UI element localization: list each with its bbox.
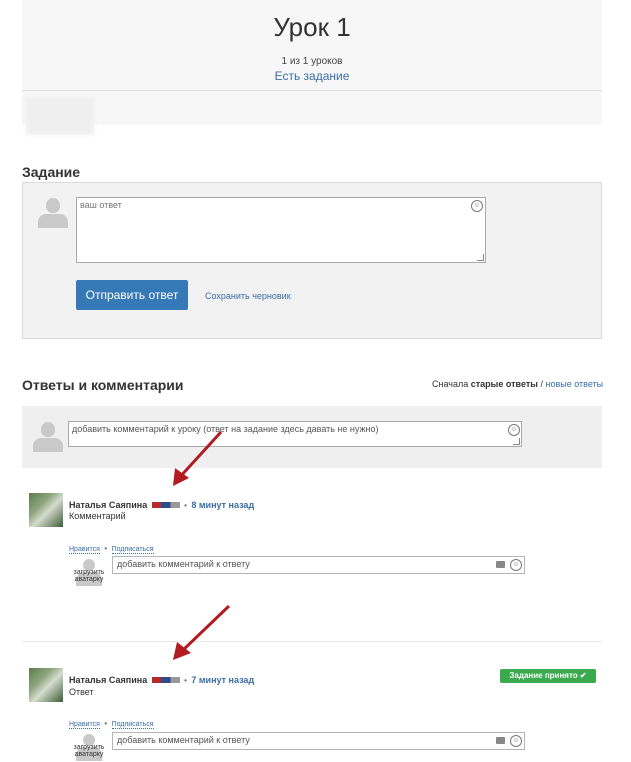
meta-separator: • bbox=[184, 676, 187, 685]
subscribe-link[interactable]: Подписаться bbox=[111, 721, 154, 729]
lesson-counter: 1 из 1 уроков bbox=[281, 56, 343, 67]
reply-placeholder: добавить комментарий к ответу bbox=[117, 559, 250, 569]
lesson-header: Урок 1 1 из 1 уроков Есть задание bbox=[22, 0, 602, 90]
sort-separator: / bbox=[540, 379, 543, 389]
reply-placeholder: добавить комментарий к ответу bbox=[117, 735, 250, 745]
sort-old-option[interactable]: старые ответы bbox=[471, 379, 538, 389]
new-comment-input[interactable]: добавить комментарий к уроку (ответ на з… bbox=[68, 421, 522, 447]
comment-text: Комментарий bbox=[69, 511, 126, 521]
camera-icon[interactable] bbox=[496, 737, 505, 744]
task-panel: ваш ответ ☺ Отправить ответ Сохранить че… bbox=[22, 182, 602, 339]
actions-separator: • bbox=[104, 544, 108, 553]
task-heading: Задание bbox=[22, 164, 81, 180]
author-name[interactable]: Наталья Саяпина bbox=[69, 675, 147, 685]
upload-avatar-caption: загрузить аватарку bbox=[73, 744, 105, 758]
upload-avatar-icon[interactable]: загрузить аватарку bbox=[72, 557, 106, 587]
resize-handle[interactable] bbox=[513, 438, 520, 445]
meta-separator: • bbox=[184, 501, 187, 510]
answer-textarea[interactable]: ваш ответ bbox=[76, 197, 486, 263]
lesson-title: Урок 1 bbox=[273, 12, 351, 42]
comment-time[interactable]: 7 минут назад bbox=[191, 675, 254, 685]
answer-placeholder: ваш ответ bbox=[80, 200, 122, 210]
task-status-link[interactable]: Есть задание bbox=[22, 69, 602, 83]
upload-avatar-icon[interactable]: загрузить аватарку bbox=[72, 732, 106, 762]
user-avatar-icon bbox=[32, 422, 64, 454]
emoji-icon[interactable]: ☺ bbox=[471, 200, 483, 212]
sort-prefix: Сначала bbox=[432, 379, 469, 389]
like-link[interactable]: Нравится bbox=[69, 546, 100, 554]
save-draft-link[interactable]: Сохранить черновик bbox=[205, 291, 291, 301]
submit-answer-button[interactable]: Отправить ответ bbox=[76, 280, 188, 310]
comments-heading: Ответы и комментарии bbox=[22, 377, 184, 393]
reply-input[interactable]: добавить комментарий к ответу bbox=[112, 556, 525, 574]
user-avatar-icon bbox=[37, 198, 69, 230]
comment-actions: Нравится • Подписаться bbox=[69, 538, 154, 556]
author-avatar[interactable] bbox=[29, 493, 63, 527]
camera-icon[interactable] bbox=[496, 561, 505, 568]
comment-text: Ответ bbox=[69, 687, 94, 697]
comment-meta: Наталья Саяпина • 7 минут назад bbox=[69, 670, 254, 688]
sort-new-option[interactable]: новые ответы bbox=[545, 379, 603, 389]
author-avatar[interactable] bbox=[29, 668, 63, 702]
task-accepted-badge: Задание принято ✔ bbox=[500, 669, 596, 683]
new-comment-panel: добавить комментарий к уроку (ответ на з… bbox=[22, 406, 602, 468]
annotation-arrow-icon bbox=[173, 604, 231, 660]
reply-input[interactable]: добавить комментарий к ответу bbox=[112, 732, 525, 750]
lesson-subheader bbox=[22, 91, 602, 125]
emoji-icon[interactable]: ☺ bbox=[510, 735, 522, 747]
upload-avatar-caption: загрузить аватарку bbox=[73, 569, 105, 583]
emoji-icon[interactable]: ☺ bbox=[510, 559, 522, 571]
flag-icon bbox=[151, 502, 180, 508]
annotation-arrow-icon bbox=[173, 430, 223, 486]
actions-separator: • bbox=[104, 719, 108, 728]
emoji-icon[interactable]: ☺ bbox=[508, 424, 520, 436]
flag-icon bbox=[151, 677, 180, 683]
author-name[interactable]: Наталья Саяпина bbox=[69, 500, 147, 510]
subscribe-link[interactable]: Подписаться bbox=[111, 546, 154, 554]
like-link[interactable]: Нравится bbox=[69, 721, 100, 729]
comment-time[interactable]: 8 минут назад bbox=[191, 500, 254, 510]
blurred-content bbox=[26, 97, 94, 135]
sort-toggle: Сначала старые ответы / новые ответы bbox=[432, 379, 603, 389]
comment-actions: Нравится • Подписаться bbox=[69, 713, 154, 731]
comment-divider bbox=[22, 641, 602, 642]
resize-handle[interactable] bbox=[477, 254, 484, 261]
